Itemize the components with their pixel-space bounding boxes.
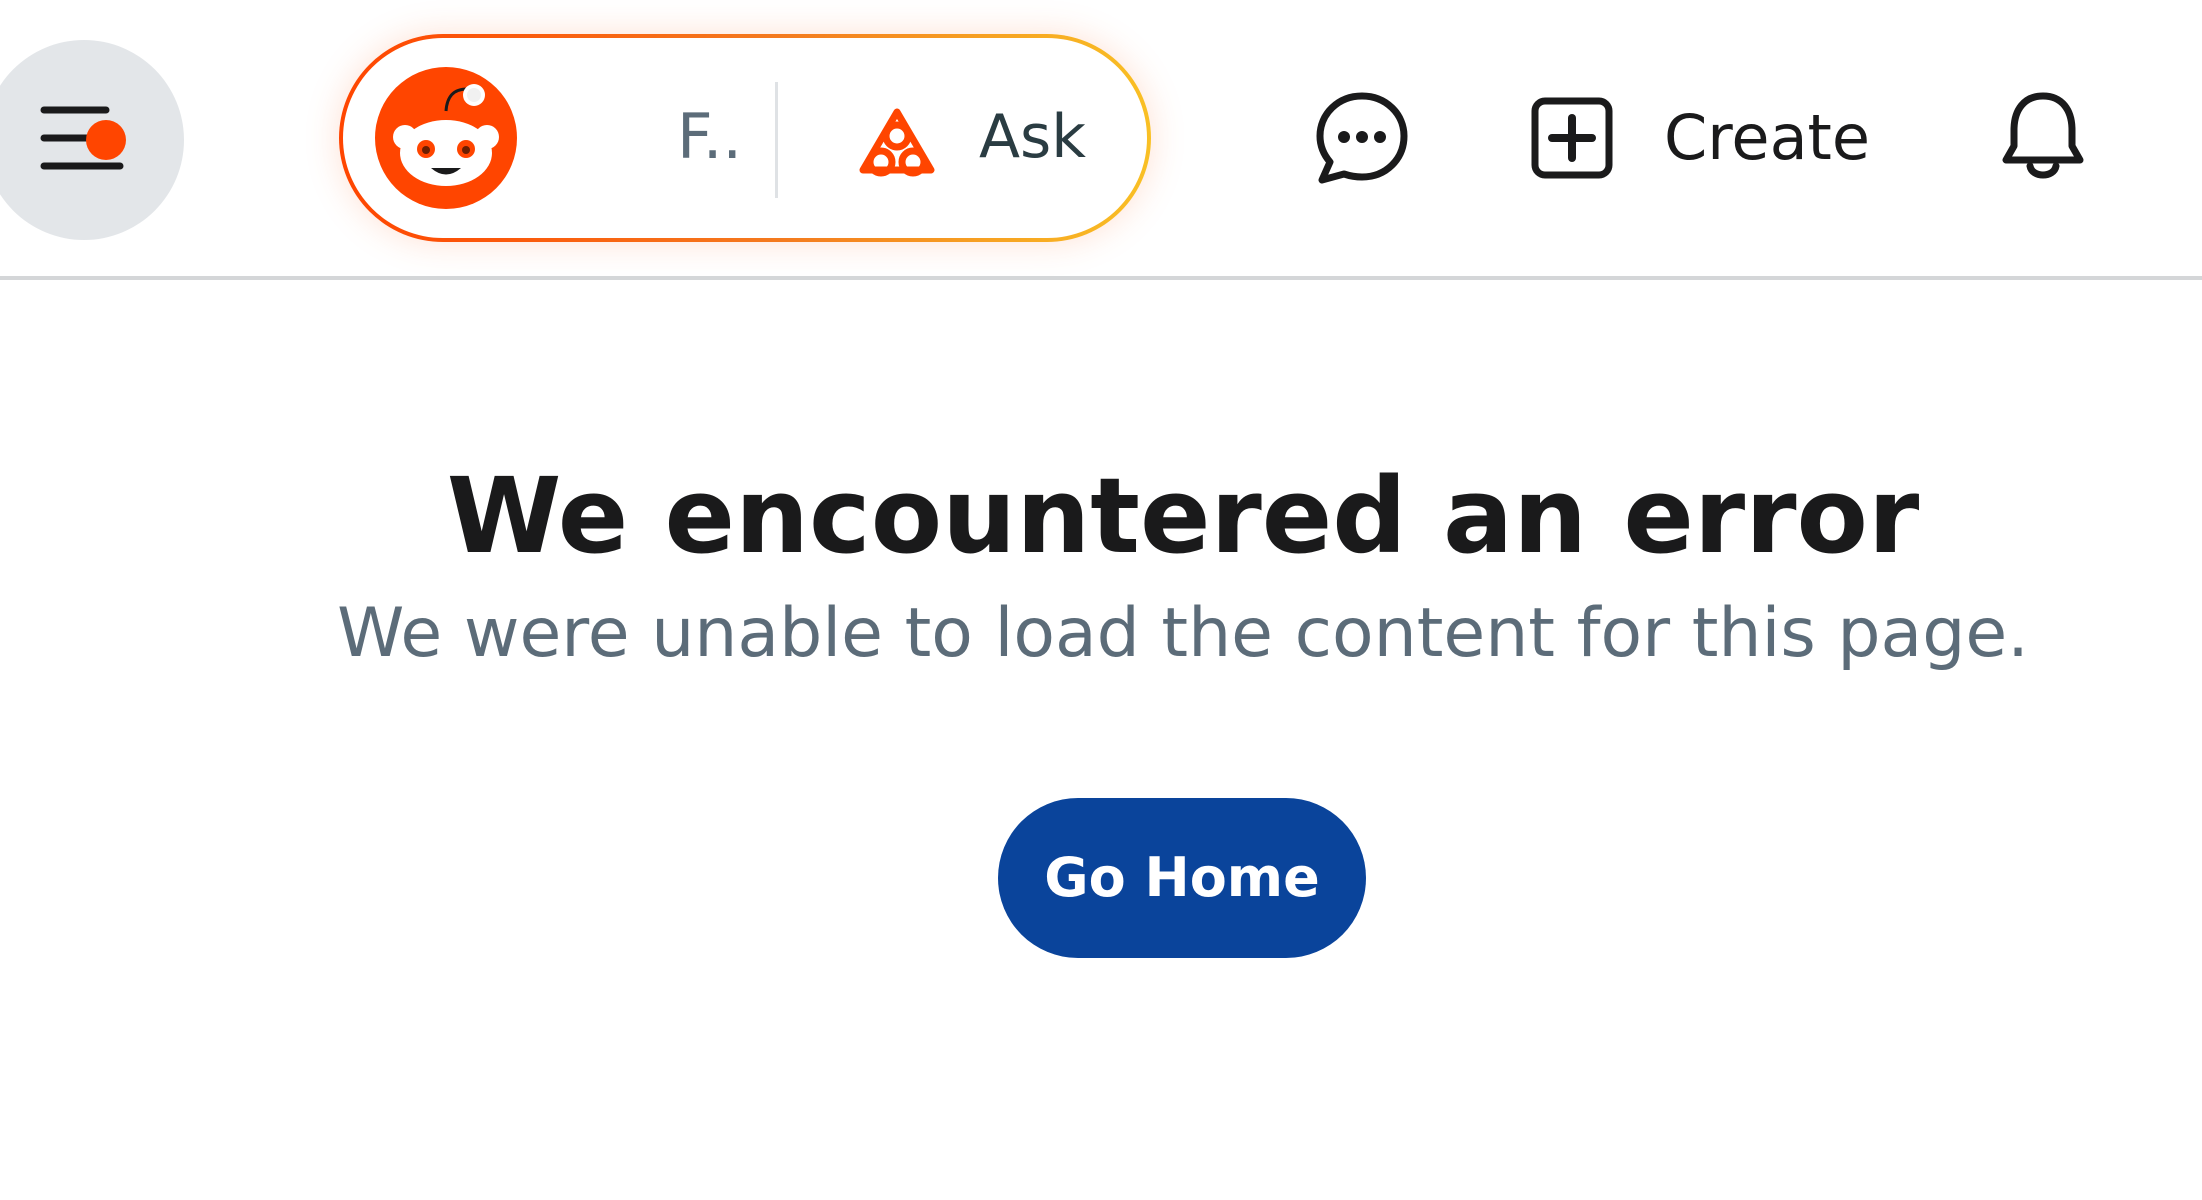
search-bar[interactable]: F.. Ask xyxy=(339,34,1151,242)
top-navigation-bar: F.. Ask Create xyxy=(0,0,2202,280)
ask-label[interactable]: Ask xyxy=(979,104,1086,170)
search-bar-inner: F.. Ask xyxy=(343,38,1147,238)
chat-bubble-icon[interactable] xyxy=(1310,88,1414,188)
search-divider xyxy=(775,82,778,198)
error-title: We encountered an error xyxy=(446,455,1920,577)
reddit-answers-icon[interactable] xyxy=(857,106,937,180)
bell-icon[interactable] xyxy=(1998,88,2088,184)
menu-button[interactable] xyxy=(0,40,184,240)
search-text: F.. xyxy=(677,100,743,173)
reddit-snoo-logo xyxy=(375,67,517,209)
error-message: We were unable to load the content for t… xyxy=(337,594,2029,673)
plus-square-icon xyxy=(1531,97,1613,179)
notification-dot xyxy=(86,120,126,160)
create-label: Create xyxy=(1664,101,1871,174)
go-home-button[interactable]: Go Home xyxy=(998,798,1366,958)
